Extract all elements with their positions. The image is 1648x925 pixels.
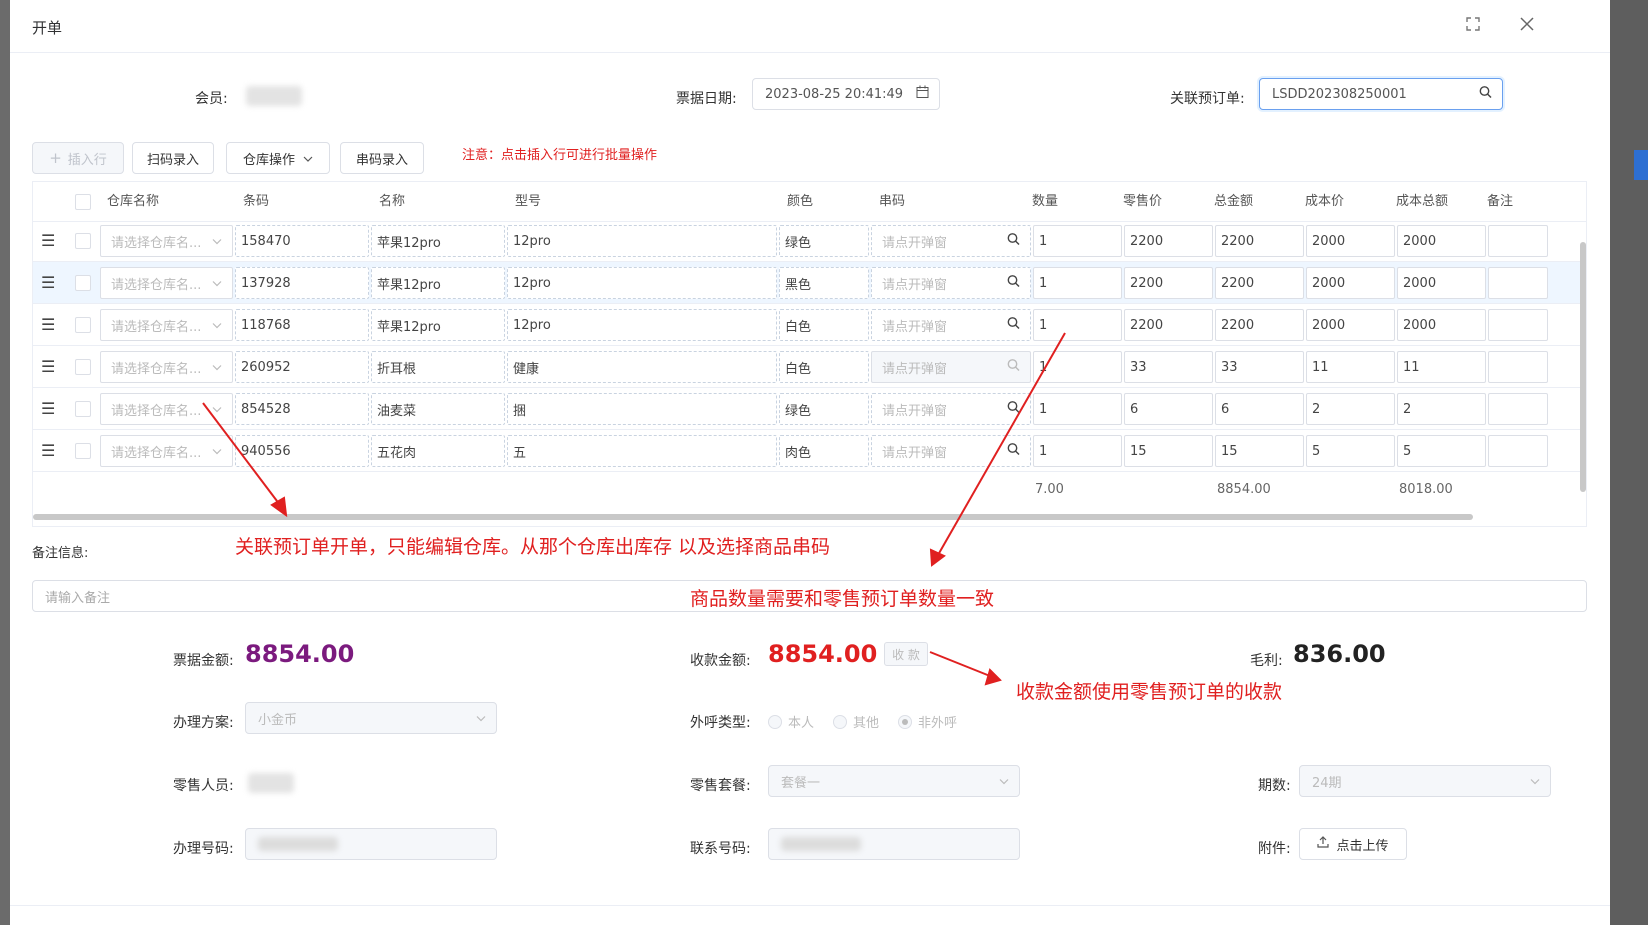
handle-number-input [245, 828, 497, 860]
plan-label: 办理方案: [173, 715, 234, 731]
package-label: 零售套餐: [690, 778, 751, 794]
chevron-down-icon [999, 774, 1009, 789]
handle-number-value [258, 837, 338, 851]
radio-dot [833, 714, 847, 729]
call-type-option: 其他 [853, 716, 880, 731]
contact-number-label: 联系号码: [690, 841, 751, 857]
bill-amount-label: 票据金额: [173, 653, 234, 669]
call-type-label: 外呼类型: [690, 715, 751, 731]
sales-person-value [248, 773, 294, 793]
plan-value: 小金币 [258, 712, 298, 728]
radio-dot [898, 714, 912, 729]
bill-amount-value: 8854.00 [245, 640, 355, 668]
upload-label: 点击上传 [1336, 838, 1389, 854]
upload-icon [1317, 836, 1330, 852]
contact-number-value [781, 837, 861, 851]
call-type-option: 非外呼 [918, 716, 958, 731]
received-amount-label: 收款金额: [690, 653, 751, 669]
gross-profit-value: 836.00 [1293, 640, 1386, 668]
dialog-footer-divider [10, 905, 1610, 906]
backdrop-tab [1634, 150, 1648, 180]
call-type-self-radio[interactable]: 本人 [768, 712, 814, 731]
period-label: 期数: [1258, 778, 1291, 794]
period-value: 24期 [1312, 775, 1342, 791]
period-select: 24期 [1299, 765, 1551, 797]
call-type-other-radio[interactable]: 其他 [833, 712, 879, 731]
package-select: 套餐一 [768, 765, 1020, 797]
chevron-down-icon [1530, 774, 1540, 789]
contact-number-input [768, 828, 1020, 860]
upload-button[interactable]: 点击上传 [1299, 828, 1407, 860]
attachment-label: 附件: [1258, 841, 1291, 857]
chevron-down-icon [476, 711, 486, 726]
gross-profit-label: 毛利: [1250, 653, 1283, 669]
radio-dot [768, 714, 782, 729]
sales-person-label: 零售人员: [173, 778, 234, 794]
handle-number-label: 办理号码: [173, 841, 234, 857]
call-type-none-radio[interactable]: 非外呼 [898, 712, 957, 731]
backdrop-right [1610, 0, 1648, 925]
received-amount-value: 8854.00 [768, 640, 878, 668]
call-type-option: 本人 [788, 716, 815, 731]
plan-select: 小金币 [245, 702, 497, 734]
collect-payment-button[interactable]: 收 款 [884, 642, 928, 666]
backdrop [0, 0, 10, 925]
package-value: 套餐一 [781, 775, 821, 791]
order-dialog: 开单 会员: 票据日期: 2023-08-25 20:41:49 关联预订单: … [10, 0, 1610, 925]
